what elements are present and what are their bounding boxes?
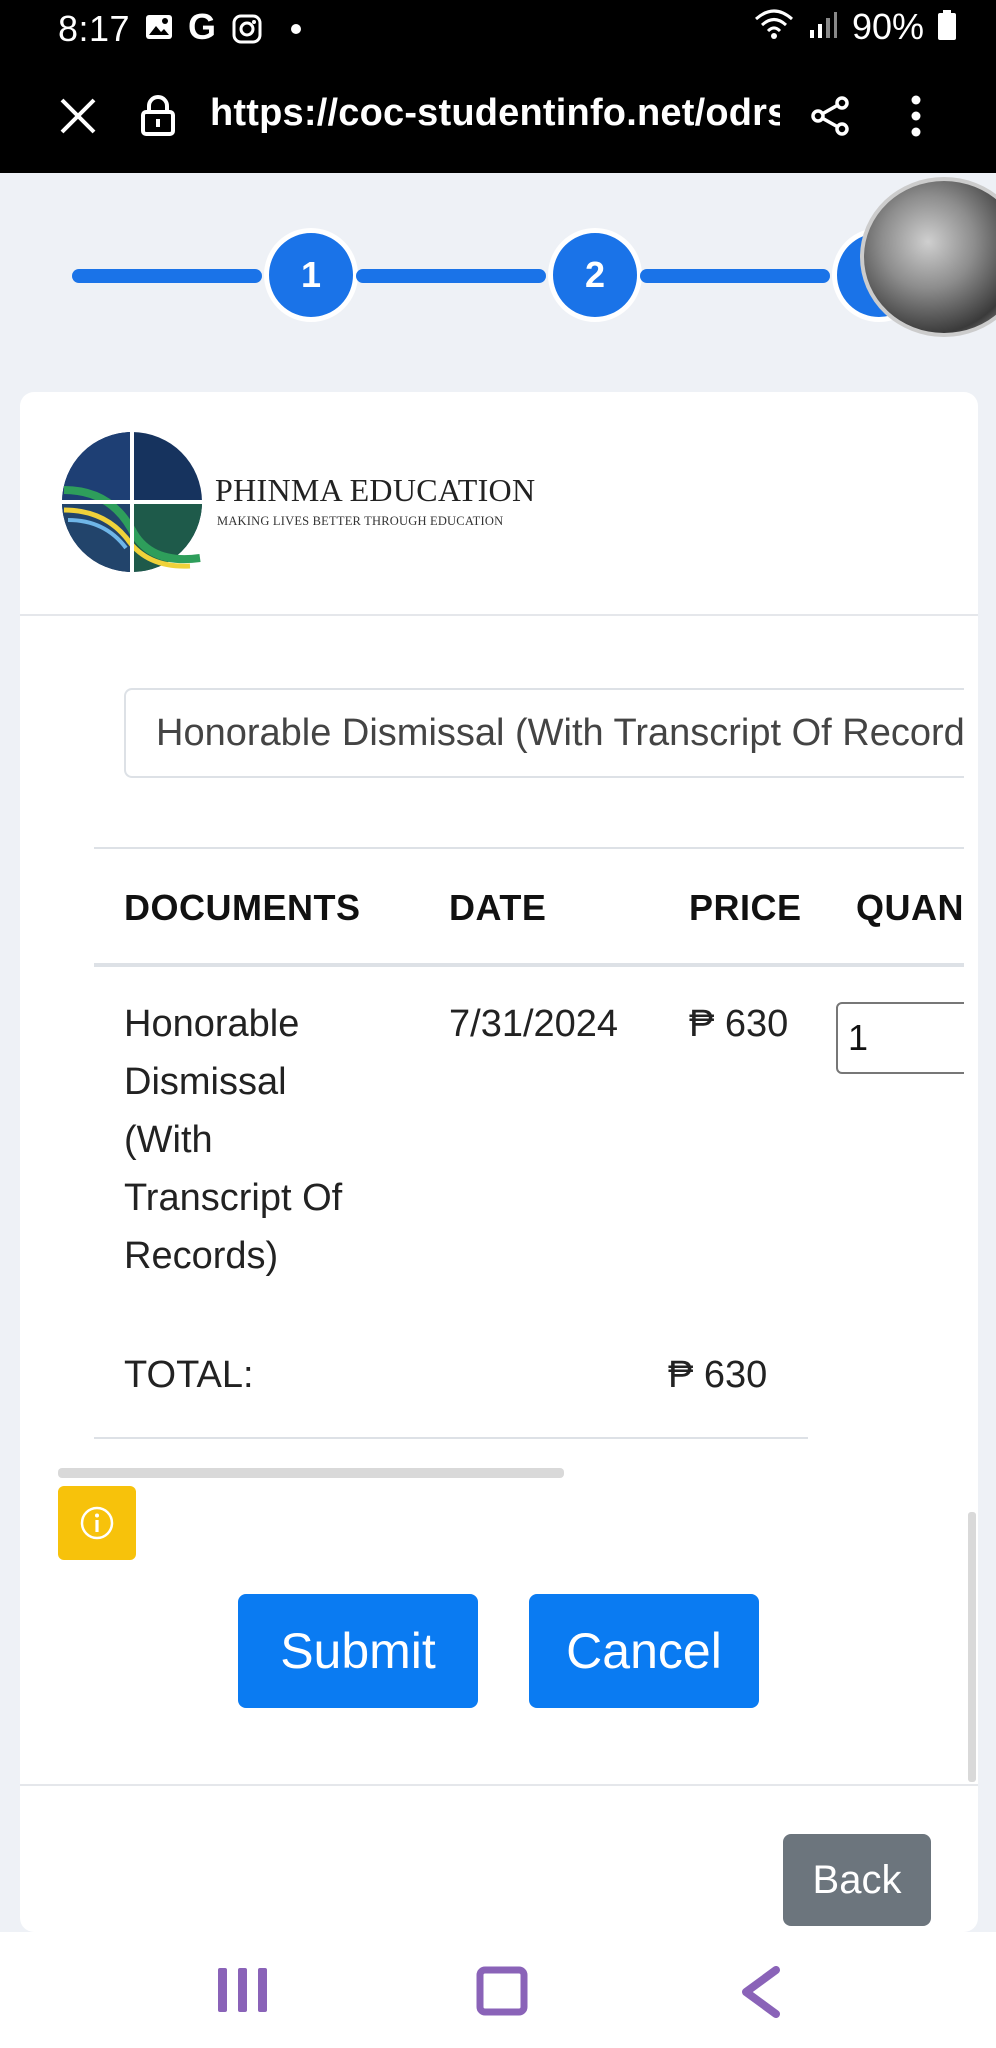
info-button[interactable] bbox=[58, 1486, 136, 1560]
progress-stepper: 1 2 3 bbox=[0, 173, 996, 393]
step-2: 2 bbox=[548, 228, 642, 322]
brand-tagline: MAKING LIVES BETTER THROUGH EDUCATION bbox=[217, 514, 504, 528]
step-connector bbox=[356, 269, 546, 283]
recent-apps-icon[interactable] bbox=[216, 1966, 270, 2019]
status-bar: 8:17 G 90% bbox=[0, 0, 996, 58]
lock-icon[interactable] bbox=[140, 94, 176, 141]
back-nav-icon[interactable] bbox=[738, 1966, 782, 2023]
back-button[interactable]: Back bbox=[783, 1834, 931, 1926]
submit-button[interactable]: Submit bbox=[238, 1594, 478, 1708]
signal-icon bbox=[808, 10, 838, 45]
row-document: Honorable Dismissal (With Transcript Of … bbox=[124, 1003, 343, 1277]
url-field[interactable]: https://coc-studentinfo.net/odrs/ bbox=[210, 92, 780, 135]
header-price: PRICE bbox=[689, 887, 802, 928]
gallery-notification-icon bbox=[145, 14, 173, 45]
header-quantity: QUANTITY bbox=[856, 887, 964, 928]
vertical-scrollbar[interactable] bbox=[968, 1512, 976, 1782]
google-notification-icon: G bbox=[188, 6, 217, 47]
total-divider bbox=[94, 1437, 808, 1439]
header-documents: DOCUMENTS bbox=[124, 887, 361, 928]
instagram-notification-icon bbox=[232, 14, 262, 49]
more-notifications-dot-icon bbox=[290, 22, 302, 40]
total-label: TOTAL: bbox=[124, 1354, 254, 1396]
phinma-logo-icon bbox=[62, 432, 202, 572]
close-icon[interactable] bbox=[58, 96, 98, 141]
browser-toolbar: https://coc-studentinfo.net/odrs/ bbox=[0, 58, 996, 173]
brand-name: PHINMA EDUCATION bbox=[215, 472, 536, 508]
status-time: 8:17 bbox=[58, 8, 131, 49]
request-card: PHINMA EDUCATION MAKING LIVES BETTER THR… bbox=[20, 392, 978, 1932]
quantity-input[interactable]: 1 bbox=[836, 1002, 964, 1074]
document-select[interactable]: Honorable Dismissal (With Transcript Of … bbox=[124, 688, 964, 778]
card-header: PHINMA EDUCATION MAKING LIVES BETTER THR… bbox=[20, 392, 978, 616]
step-connector bbox=[640, 269, 830, 283]
row-date: 7/31/2024 bbox=[449, 1003, 619, 1045]
document-select-value: Honorable Dismissal (With Transcript Of … bbox=[156, 712, 964, 754]
header-date: DATE bbox=[449, 887, 547, 928]
info-icon bbox=[80, 1506, 114, 1540]
total-value: ₱ 630 bbox=[668, 1354, 768, 1396]
table-horizontal-scrollbar[interactable] bbox=[58, 1468, 564, 1478]
card-footer-divider bbox=[20, 1784, 978, 1786]
more-options-icon[interactable] bbox=[910, 94, 922, 143]
battery-icon bbox=[938, 9, 956, 45]
battery-percent: 90% bbox=[851, 6, 924, 47]
row-price: ₱ 630 bbox=[689, 1003, 789, 1045]
step-connector bbox=[72, 269, 262, 283]
cancel-button[interactable]: Cancel bbox=[529, 1594, 759, 1708]
android-nav-bar bbox=[0, 1932, 996, 2048]
home-icon[interactable] bbox=[476, 1966, 528, 2021]
table-header: DOCUMENTS DATE PRICE QUANTITY bbox=[94, 847, 964, 967]
step-1: 1 bbox=[264, 228, 358, 322]
wifi-icon bbox=[754, 9, 794, 46]
share-icon[interactable] bbox=[810, 96, 850, 141]
